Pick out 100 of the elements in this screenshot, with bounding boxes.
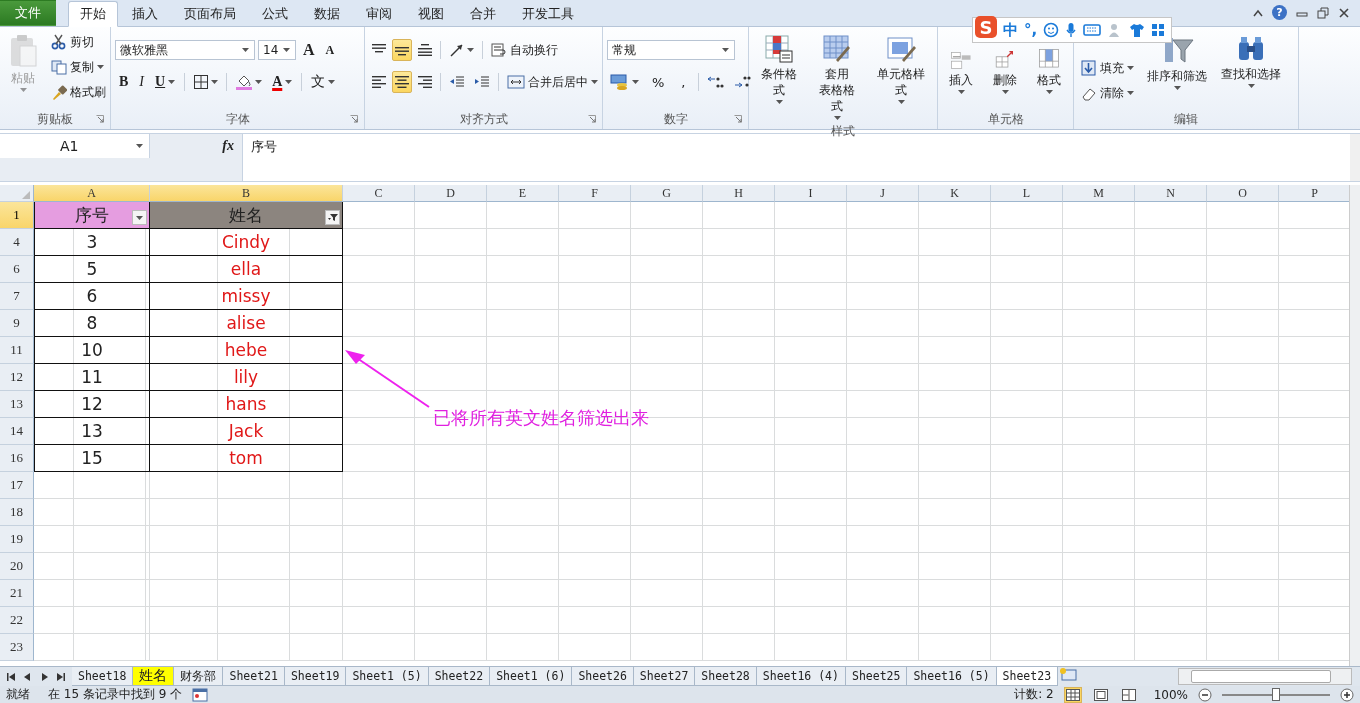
row-header[interactable]: 20 [0, 553, 34, 580]
column-header[interactable]: B [150, 185, 343, 202]
sheet-tab[interactable]: 财务部 [173, 667, 224, 686]
row-header[interactable]: 16 [0, 445, 34, 472]
row-header[interactable]: 18 [0, 499, 34, 526]
vertical-scrollbar[interactable] [1349, 185, 1360, 666]
sheet-tab[interactable]: 姓名 [132, 667, 175, 686]
middle-button[interactable] [392, 39, 412, 61]
clear-button[interactable]: 清除 [1078, 82, 1137, 104]
format-field[interactable]: 常规 [607, 40, 735, 60]
column-header[interactable]: N [1135, 185, 1207, 202]
row-header[interactable]: 12 [0, 364, 34, 391]
sheet-tab[interactable]: Sheet16 (4) [755, 667, 846, 686]
insert-button[interactable]: 插入 [942, 45, 980, 97]
ribbon-tab[interactable]: 视图 [406, 2, 456, 26]
view-button[interactable] [1119, 686, 1138, 703]
fill-button[interactable]: 填充 [1078, 57, 1137, 79]
input-mode-toggle[interactable]: 中 [1003, 20, 1018, 40]
shrink-button[interactable]: A [321, 39, 339, 61]
table-button[interactable]: 套用 表格格式 [811, 31, 864, 123]
ribbon-tab[interactable]: 插入 [120, 2, 170, 26]
column-header[interactable]: J [847, 185, 919, 202]
currency-button[interactable] [607, 71, 642, 93]
row-header[interactable]: 23 [0, 634, 34, 661]
ribbon-tab[interactable]: 开始 [68, 1, 118, 27]
view-button[interactable] [1063, 686, 1082, 703]
insert-function-button[interactable]: fx [222, 138, 234, 154]
file-tab[interactable]: 文件 [0, 0, 56, 26]
ribbon-tab[interactable]: 数据 [302, 2, 352, 26]
size-field[interactable]: 14 [258, 40, 296, 60]
scrollbar[interactable] [1350, 134, 1360, 181]
row-header[interactable]: 22 [0, 607, 34, 634]
column-header[interactable]: D [415, 185, 487, 202]
row-header[interactable]: 7 [0, 283, 34, 310]
row-header[interactable]: 17 [0, 472, 34, 499]
row-header[interactable]: 4 [0, 229, 34, 256]
row-header[interactable]: 14 [0, 418, 34, 445]
italic-button[interactable]: I [135, 71, 148, 93]
sheet-tab[interactable]: Sheet21 [222, 667, 285, 686]
filter-button[interactable] [325, 210, 340, 225]
cut-button[interactable]: 剪切 [48, 31, 109, 53]
row-header[interactable]: 1 [0, 202, 34, 229]
row-header[interactable]: 6 [0, 256, 34, 283]
column-header[interactable]: K [919, 185, 991, 202]
ribbon-tab[interactable]: 页面布局 [172, 2, 248, 26]
ribbon-tab[interactable]: 合并 [458, 2, 508, 26]
sheet-tab[interactable]: Sheet25 [844, 667, 908, 686]
column-header[interactable]: C [343, 185, 415, 202]
column-header[interactable]: I [775, 185, 847, 202]
cellformat-button[interactable]: 格式 [1030, 45, 1068, 97]
bold-button[interactable]: B [115, 71, 133, 93]
sort-button[interactable]: 排序和筛选 [1143, 31, 1211, 93]
copy-button[interactable]: 复制 [48, 56, 109, 78]
view-button[interactable] [1091, 686, 1110, 703]
painter-button[interactable]: 格式刷 [48, 81, 109, 103]
sheet-tab[interactable]: Sheet26 [571, 667, 634, 686]
column-header[interactable]: O [1207, 185, 1279, 202]
column-header[interactable]: G [631, 185, 703, 202]
sheet-tab[interactable]: Sheet1 (6) [489, 667, 573, 686]
column-header[interactable]: E [487, 185, 559, 202]
sheet-tab[interactable]: Sheet27 [632, 667, 696, 686]
row-header[interactable]: 13 [0, 391, 34, 418]
column-header[interactable]: M [1063, 185, 1135, 202]
font-field[interactable]: 微软雅黑 [115, 40, 255, 60]
phonetic-button[interactable]: 文 [307, 71, 340, 93]
column-header[interactable]: L [991, 185, 1063, 202]
underline-button[interactable]: U [151, 71, 180, 93]
row-header[interactable]: 11 [0, 337, 34, 364]
horizontal-scrollbar[interactable] [1178, 668, 1352, 685]
ribbon-tab[interactable]: 开发工具 [510, 2, 586, 26]
sheet-tab[interactable]: Sheet28 [694, 667, 757, 686]
row-header[interactable]: 9 [0, 310, 34, 337]
cellstyle-button[interactable]: 单元格样式 [869, 31, 933, 107]
column-header[interactable]: H [703, 185, 775, 202]
row-header[interactable]: 21 [0, 580, 34, 607]
fontcolor-button[interactable]: A [268, 71, 297, 93]
conditional-button[interactable]: 条件格式 [753, 31, 806, 107]
grow-button[interactable]: A [299, 39, 319, 61]
column-header[interactable]: P [1279, 185, 1349, 202]
sheet-tab[interactable]: Sheet19 [283, 667, 347, 686]
center-button[interactable] [392, 71, 412, 93]
sheet-tab[interactable]: Sheet1 (5) [345, 667, 429, 686]
percent-button[interactable]: % [645, 71, 672, 93]
sheet-tab[interactable]: Sheet16 (5) [906, 667, 997, 686]
sheet-tab[interactable]: Sheet18 [72, 667, 134, 686]
wrap-button[interactable]: 自动换行 [488, 39, 561, 61]
zoom-level[interactable]: 100% [1153, 687, 1188, 702]
delete-button[interactable]: 删除 [986, 45, 1024, 97]
comma-button[interactable]: , [674, 71, 693, 93]
sheet-tab[interactable]: Sheet23 [995, 667, 1059, 686]
help-button[interactable]: ? [1272, 5, 1287, 20]
ribbon-tab[interactable]: 公式 [250, 2, 300, 26]
ribbon-tab[interactable]: 审阅 [354, 2, 404, 26]
row-header[interactable]: 19 [0, 526, 34, 553]
column-header[interactable]: A [34, 185, 150, 202]
find-button[interactable]: 查找和选择 [1217, 31, 1285, 91]
column-header[interactable]: F [559, 185, 631, 202]
merge-button[interactable]: 合并后居中 [504, 71, 601, 93]
ime-logo[interactable]: S [975, 16, 997, 38]
punctuation-toggle[interactable]: °, [1024, 21, 1038, 39]
